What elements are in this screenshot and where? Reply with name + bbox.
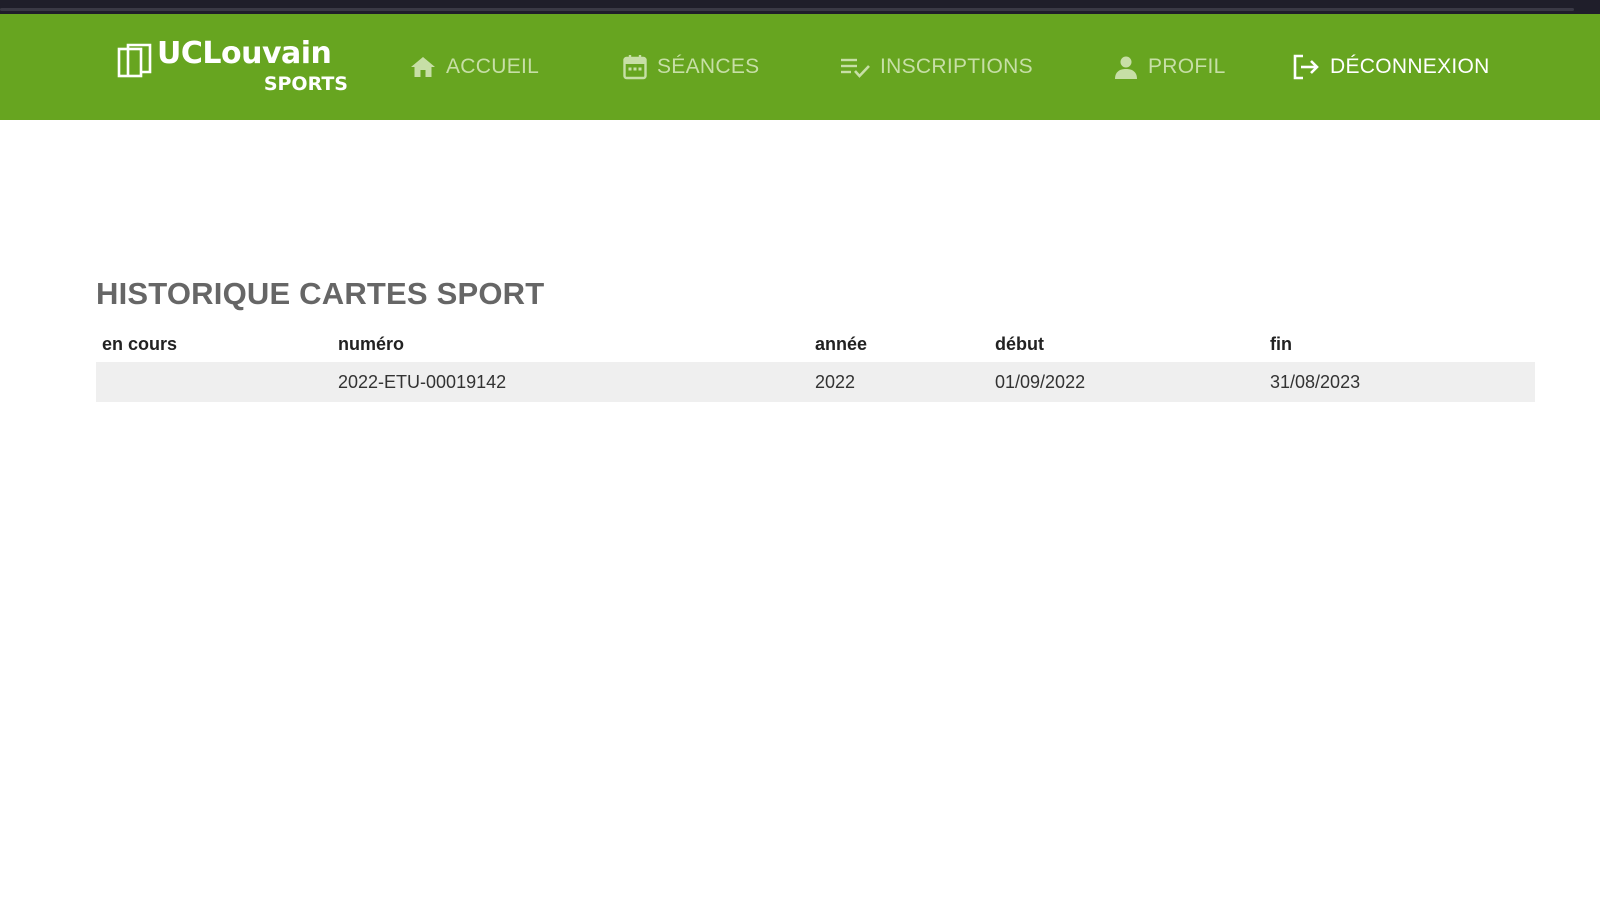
nav-profil-label: PROFIL — [1148, 55, 1226, 78]
table-header-row: en cours numéro année début fin — [96, 326, 1535, 362]
nav-seances-label: SÉANCES — [657, 55, 760, 78]
nav-inscriptions-label: INSCRIPTIONS — [880, 55, 1033, 78]
brand-name: UCLouvain — [157, 36, 332, 71]
nav-deconnexion-label: DÉCONNEXION — [1330, 55, 1490, 78]
user-icon — [1115, 56, 1137, 79]
browser-top-strip — [0, 0, 1600, 14]
nav-profil[interactable]: PROFIL — [1114, 14, 1226, 120]
table-row: 2022-ETU-00019142 2022 01/09/2022 31/08/… — [96, 362, 1535, 402]
column-header-fin: fin — [1270, 333, 1292, 354]
column-header-debut: début — [995, 333, 1044, 354]
nav-inscriptions[interactable]: INSCRIPTIONS — [840, 14, 1033, 120]
column-header-numero: numéro — [338, 333, 405, 354]
cell-numero: 2022-ETU-00019142 — [332, 362, 809, 402]
home-icon — [411, 57, 435, 77]
cell-debut: 01/09/2022 — [989, 362, 1264, 402]
calendar-icon — [623, 55, 647, 80]
cell-fin: 31/08/2023 — [1264, 362, 1535, 402]
nav-accueil[interactable]: ACCUEIL — [410, 14, 539, 120]
logo-book-icon — [117, 43, 152, 78]
column-header-en-cours: en cours — [102, 333, 178, 354]
checklist-icon — [841, 58, 870, 78]
page-title: HISTORIQUE CARTES SPORT — [96, 276, 545, 311]
column-header-annee: année — [815, 333, 868, 354]
logout-icon — [1293, 54, 1319, 80]
cell-annee: 2022 — [809, 362, 989, 402]
cell-en-cours — [96, 362, 332, 402]
nav-accueil-label: ACCUEIL — [446, 55, 540, 78]
uclouvain-sports-logo[interactable]: UCLouvain SPORTS — [117, 36, 348, 100]
brand-subtitle: SPORTS — [263, 73, 348, 95]
sport-cards-table: en cours numéro année début fin 2022-ETU… — [96, 326, 1535, 402]
nav-deconnexion[interactable]: DÉCONNEXION — [1292, 14, 1490, 120]
nav-seances[interactable]: SÉANCES — [623, 14, 759, 120]
top-navbar: UCLouvain SPORTS ACCUEIL SÉANCES INSCRIP… — [0, 14, 1600, 120]
